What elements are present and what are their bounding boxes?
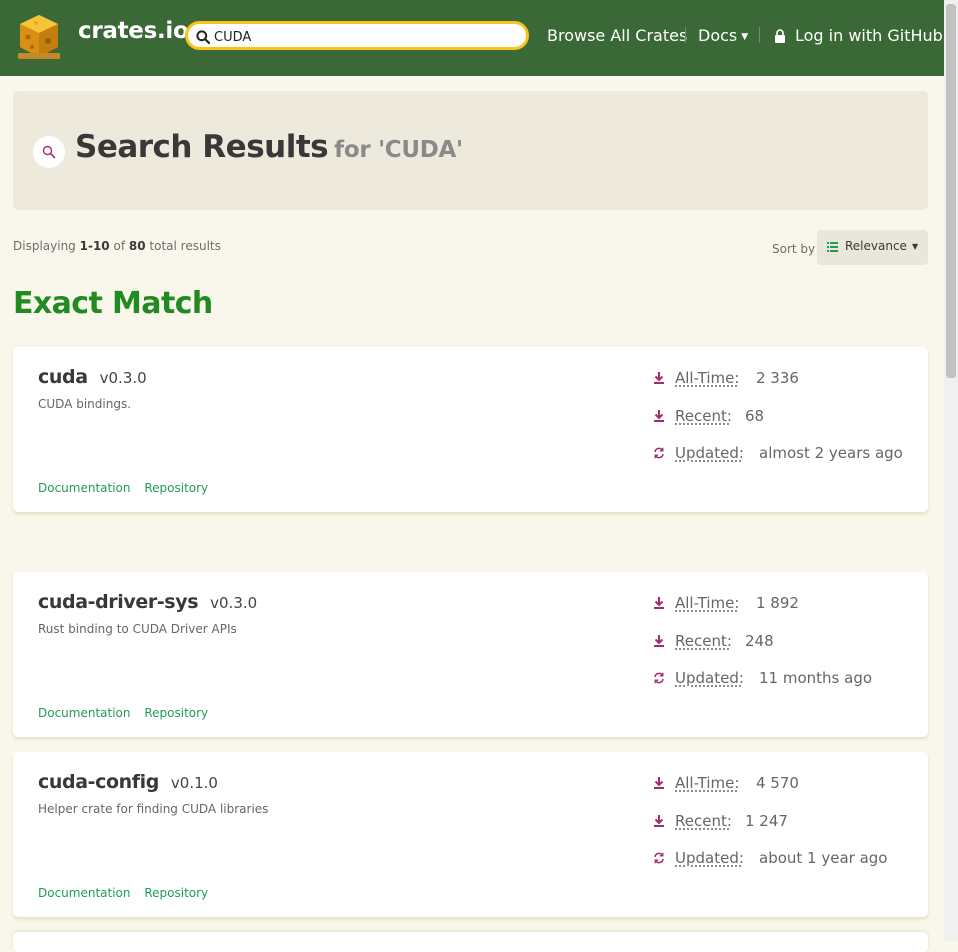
updated-value: almost 2 years ago: [759, 444, 903, 462]
crate-name-link[interactable]: cuda-driver-sys: [38, 591, 199, 613]
repository-link[interactable]: Repository: [144, 886, 208, 900]
sort-dropdown[interactable]: Relevance ▼: [817, 230, 928, 265]
browse-all-crates-link[interactable]: Browse All Crates: [547, 26, 687, 45]
all-time-value: 1 892: [756, 594, 799, 612]
refresh-icon: [654, 672, 664, 684]
list-icon: [827, 242, 838, 252]
results-count: Displaying 1-10 of 80 total results: [13, 239, 221, 253]
scrollbar-thumb[interactable]: [946, 4, 956, 378]
sort-value: Relevance: [845, 239, 907, 253]
search-box[interactable]: [185, 21, 529, 50]
crate-version: v0.3.0: [99, 369, 147, 387]
caret-down-icon: ▼: [741, 32, 749, 42]
all-time-value: 2 336: [756, 369, 799, 387]
login-github-link[interactable]: Log in with GitHub: [795, 26, 943, 45]
crate-name-link[interactable]: cuda: [38, 366, 88, 388]
top-navbar: crates.io Browse All Crates Docs▼ Log in…: [0, 0, 944, 76]
all-time-label: All-Time:: [675, 774, 740, 792]
crate-links: Documentation Repository: [38, 886, 218, 900]
crate-name-link[interactable]: cuda-config: [38, 771, 159, 793]
recent-label: Recent:: [675, 632, 732, 650]
updated-label: Updated:: [675, 669, 744, 687]
results-of: of: [113, 239, 126, 253]
magnifier-icon: [42, 145, 56, 159]
docs-label: Docs: [698, 26, 738, 45]
download-icon: [654, 597, 664, 609]
site-brand[interactable]: crates.io: [78, 18, 189, 44]
nav-divider: [685, 27, 686, 43]
stat-label: Updated:: [675, 849, 744, 867]
documentation-link[interactable]: Documentation: [38, 886, 131, 900]
download-icon: [654, 815, 664, 827]
stat-label: Recent:: [675, 812, 732, 830]
search-input[interactable]: [214, 26, 514, 48]
cargo-logo-icon[interactable]: [16, 13, 62, 61]
stat-label: All-Time:: [675, 369, 739, 387]
crate-name: cuda v0.3.0: [38, 366, 147, 388]
crate-card: cuda-config v0.1.0 Helper crate for findi…: [13, 752, 928, 917]
hero-search-badge: [33, 136, 65, 168]
caret-down-icon: ▼: [912, 242, 919, 251]
download-icon: [654, 635, 664, 647]
crate-version: v0.3.0: [210, 594, 258, 612]
results-prefix: Displaying: [13, 239, 76, 253]
recent-label: Recent:: [675, 407, 732, 425]
results-total: 80: [128, 239, 146, 253]
results-suffix: total results: [149, 239, 221, 253]
documentation-link[interactable]: Documentation: [38, 481, 131, 495]
updated-label: Updated:: [675, 444, 744, 462]
exact-match-heading: Exact Match: [13, 286, 213, 321]
page-title-text: Search Results: [75, 129, 329, 165]
updated-label: Updated:: [675, 849, 744, 867]
recent-value: 248: [745, 632, 774, 650]
stat-label: Updated:: [675, 669, 744, 687]
crate-card: cuda-driver-sys v0.3.0 Rust binding to CU…: [13, 572, 928, 737]
documentation-link[interactable]: Documentation: [38, 706, 131, 720]
refresh-icon: [654, 447, 664, 459]
page-scrollbar[interactable]: [944, 0, 958, 941]
page-title: Search Results for 'CUDA': [75, 129, 463, 165]
updated-value: about 1 year ago: [759, 849, 888, 867]
crate-card-partial: [13, 932, 928, 952]
crate-description: Helper crate for finding CUDA libraries: [38, 802, 269, 816]
crate-description: CUDA bindings.: [38, 397, 132, 411]
search-results-hero: Search Results for 'CUDA': [13, 91, 928, 210]
repository-link[interactable]: Repository: [144, 706, 208, 720]
docs-dropdown[interactable]: Docs ▼: [698, 26, 748, 45]
download-icon: [654, 372, 664, 384]
all-time-value: 4 570: [756, 774, 799, 792]
lock-icon: [775, 29, 785, 43]
all-time-label: All-Time:: [675, 369, 740, 387]
results-range: 1-10: [79, 239, 110, 253]
recent-value: 1 247: [745, 812, 788, 830]
nav-divider: [759, 27, 760, 43]
download-icon: [654, 777, 664, 789]
updated-value: 11 months ago: [759, 669, 873, 687]
recent-value: 68: [745, 407, 765, 425]
crate-name: cuda-config v0.1.0: [38, 771, 218, 793]
crate-links: Documentation Repository: [38, 706, 218, 720]
stat-label: Updated:: [675, 444, 744, 462]
crate-version: v0.1.0: [170, 774, 218, 792]
recent-label: Recent:: [675, 812, 732, 830]
download-icon: [654, 410, 664, 422]
all-time-label: All-Time:: [675, 594, 740, 612]
refresh-icon: [654, 852, 664, 864]
stat-label: All-Time:: [675, 774, 739, 792]
stat-label: Recent:: [675, 407, 732, 425]
stat-label: Recent:: [675, 632, 732, 650]
crate-name: cuda-driver-sys v0.3.0: [38, 591, 257, 613]
crate-links: Documentation Repository: [38, 481, 218, 495]
search-icon: [196, 30, 210, 44]
stat-label: All-Time:: [675, 594, 739, 612]
crate-description: Rust binding to CUDA Driver APIs: [38, 622, 237, 636]
sort-label: Sort by: [772, 242, 816, 256]
repository-link[interactable]: Repository: [144, 481, 208, 495]
crate-card: cuda v0.3.0 CUDA bindings. All-Time: 2 33…: [13, 347, 928, 512]
page-subtitle: for 'CUDA': [334, 137, 463, 163]
